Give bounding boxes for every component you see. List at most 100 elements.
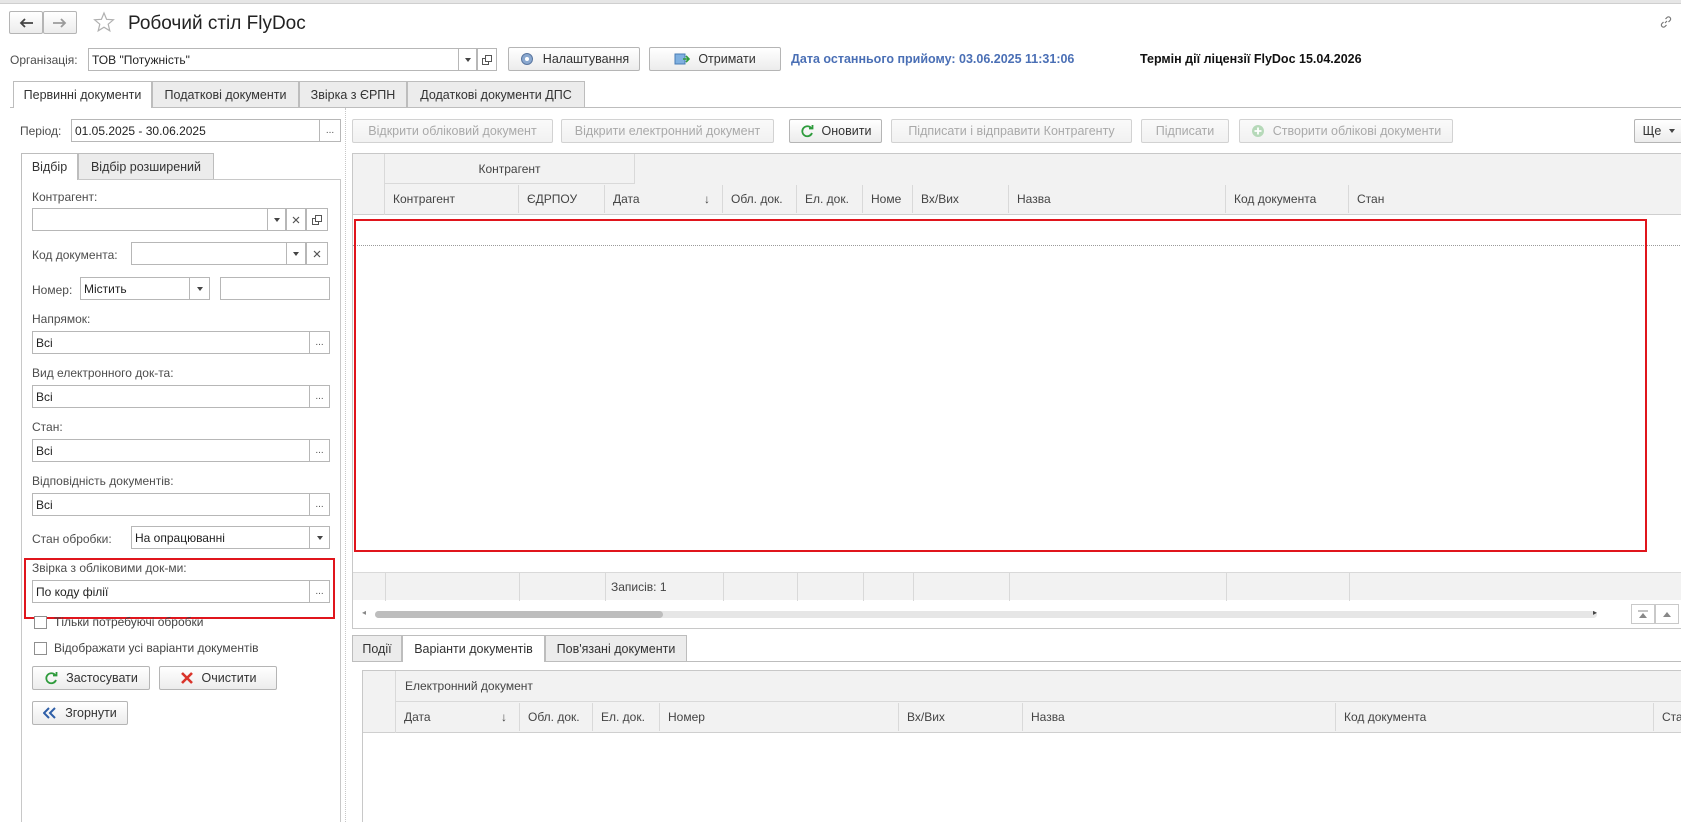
col-edrpou[interactable]: ЄДРПОУ	[519, 185, 605, 213]
period-field[interactable]: 01.05.2025 - 30.06.2025	[71, 119, 320, 142]
period-select-button[interactable]: ...	[319, 119, 341, 142]
tab-filter-extended[interactable]: Відбір розширений	[78, 153, 214, 179]
back-button[interactable]	[9, 11, 43, 34]
col-doc-code[interactable]: Код документа	[1226, 185, 1349, 213]
org-field[interactable]: ТОВ "Потужність"	[88, 48, 459, 71]
open-e-doc-button[interactable]: Відкрити електронний документ	[561, 119, 774, 143]
edoc-type-field[interactable]: Всі	[32, 385, 310, 408]
footer-sep	[797, 573, 798, 601]
chevron-down-icon	[1669, 129, 1676, 133]
col-date[interactable]: Дата ↓	[605, 185, 723, 213]
scroll-up-button[interactable]	[1655, 604, 1679, 624]
sign-send-button[interactable]: Підписати і відправити Контрагенту	[891, 119, 1132, 143]
scroll-right-icon[interactable]: ▸	[1593, 608, 1597, 617]
col-number[interactable]: Номе	[863, 185, 913, 213]
more-button[interactable]: Ще	[1634, 119, 1681, 143]
grid-header: Контрагент Контрагент ЄДРПОУ Дата ↓ Обл.…	[353, 154, 1681, 215]
double-chevron-left-icon	[43, 707, 56, 719]
direction-select-button[interactable]: ...	[309, 331, 330, 354]
top-strip	[0, 0, 1681, 4]
chevron-down-icon	[196, 286, 203, 291]
tab-dps-docs[interactable]: Додаткові документи ДПС	[407, 81, 585, 107]
open-window-icon	[312, 214, 322, 225]
footer-sep	[605, 573, 606, 601]
state-label: Стан:	[32, 420, 63, 434]
col-state[interactable]: Стан	[1349, 185, 1681, 213]
col-name[interactable]: Назва	[1009, 185, 1226, 213]
receive-button[interactable]: Отримати	[649, 47, 781, 71]
refresh-label: Оновити	[821, 124, 872, 138]
variants-row-selector-header	[363, 671, 396, 733]
number-mode-field[interactable]: Містить	[80, 277, 190, 300]
receive-label: Отримати	[698, 52, 756, 66]
col-acc-doc[interactable]: Обл. док.	[723, 185, 797, 213]
panel-splitter[interactable]	[345, 108, 350, 822]
close-icon	[292, 216, 300, 223]
doc-code-label: Код документа:	[32, 248, 118, 262]
direction-field[interactable]: Всі	[32, 331, 310, 354]
edoc-type-select-button[interactable]: ...	[309, 385, 330, 408]
chevron-down-icon	[273, 217, 280, 222]
col-direction[interactable]: Вх/Вих	[913, 185, 1009, 213]
favorite-star-icon[interactable]	[93, 11, 115, 36]
refresh-button[interactable]: Оновити	[789, 119, 882, 143]
tab-primary-docs[interactable]: Первинні документи	[13, 81, 152, 108]
scroll-top-button[interactable]	[1631, 604, 1655, 624]
match-field[interactable]: Всі	[32, 493, 310, 516]
settings-button[interactable]: Налаштування	[508, 47, 640, 71]
horizontal-scrollbar[interactable]: ◂ ▸	[353, 600, 1681, 629]
counterparty-dropdown-button[interactable]	[267, 208, 286, 231]
number-mode-dropdown-button[interactable]	[189, 277, 210, 300]
number-input[interactable]	[220, 277, 330, 300]
doc-code-field[interactable]	[131, 242, 287, 265]
tab-events[interactable]: Події	[352, 635, 402, 661]
doc-code-clear-button[interactable]	[306, 242, 328, 265]
org-open-button[interactable]	[477, 48, 497, 71]
bottom-tabs-line	[352, 661, 1681, 662]
clear-button[interactable]: Очистити	[159, 666, 277, 690]
close-icon	[313, 250, 321, 257]
counterparty-clear-button[interactable]	[286, 208, 306, 231]
sort-desc-icon: ↓	[704, 192, 710, 206]
open-account-doc-button[interactable]: Відкрити обліковий документ	[352, 119, 553, 143]
collapse-button[interactable]: Згорнути	[32, 701, 128, 725]
create-docs-button[interactable]: Створити облікові документи	[1239, 119, 1453, 143]
variants-col-name[interactable]: Назва	[1023, 703, 1336, 731]
variants-col-acc-doc[interactable]: Обл. док.	[520, 703, 593, 731]
scroll-left-icon[interactable]: ◂	[362, 608, 366, 617]
processing-field[interactable]: На опрацюванні	[131, 526, 310, 549]
scroll-track[interactable]	[375, 611, 1597, 618]
variants-col-e-doc[interactable]: Ел. док.	[593, 703, 660, 731]
sign-button[interactable]: Підписати	[1141, 119, 1229, 143]
doc-code-dropdown-button[interactable]	[286, 242, 306, 265]
variants-col-number[interactable]: Номер	[660, 703, 899, 731]
counterparty-field[interactable]	[32, 208, 268, 231]
tab-erpn-reconcile[interactable]: Звірка з ЄРПН	[299, 81, 407, 107]
col-counterparty[interactable]: Контрагент	[385, 185, 519, 213]
only-needing-checkbox[interactable]	[34, 616, 47, 629]
processing-dropdown-button[interactable]	[309, 526, 330, 549]
chevron-down-icon	[316, 535, 323, 540]
tab-doc-variants[interactable]: Варіанти документів	[402, 635, 545, 662]
state-field[interactable]: Всі	[32, 439, 310, 462]
only-needing-label: Тільки потребуючі обробки	[54, 615, 204, 629]
show-all-checkbox[interactable]	[34, 642, 47, 655]
forward-button[interactable]	[43, 11, 77, 34]
link-icon[interactable]	[1659, 15, 1673, 32]
tab-linked-docs[interactable]: Пов'язані документи	[545, 635, 687, 661]
tab-filter[interactable]: Відбір	[21, 153, 78, 180]
variants-col-direction[interactable]: Вх/Вих	[899, 703, 1023, 731]
state-select-button[interactable]: ...	[309, 439, 330, 462]
apply-button[interactable]: Застосувати	[32, 666, 150, 690]
match-select-button[interactable]: ...	[309, 493, 330, 516]
gear-icon	[520, 53, 533, 65]
variants-col-state[interactable]: Ста	[1654, 703, 1681, 731]
scroll-thumb[interactable]	[375, 611, 663, 618]
counterparty-open-button[interactable]	[306, 208, 328, 231]
variants-col-doc-code[interactable]: Код документа	[1336, 703, 1654, 731]
variants-col-date[interactable]: Дата ↓	[396, 703, 520, 731]
processing-label: Стан обробки:	[32, 532, 112, 546]
tab-tax-docs[interactable]: Податкові документи	[152, 81, 299, 107]
org-dropdown-button[interactable]	[458, 48, 477, 71]
col-e-doc[interactable]: Ел. док.	[797, 185, 863, 213]
